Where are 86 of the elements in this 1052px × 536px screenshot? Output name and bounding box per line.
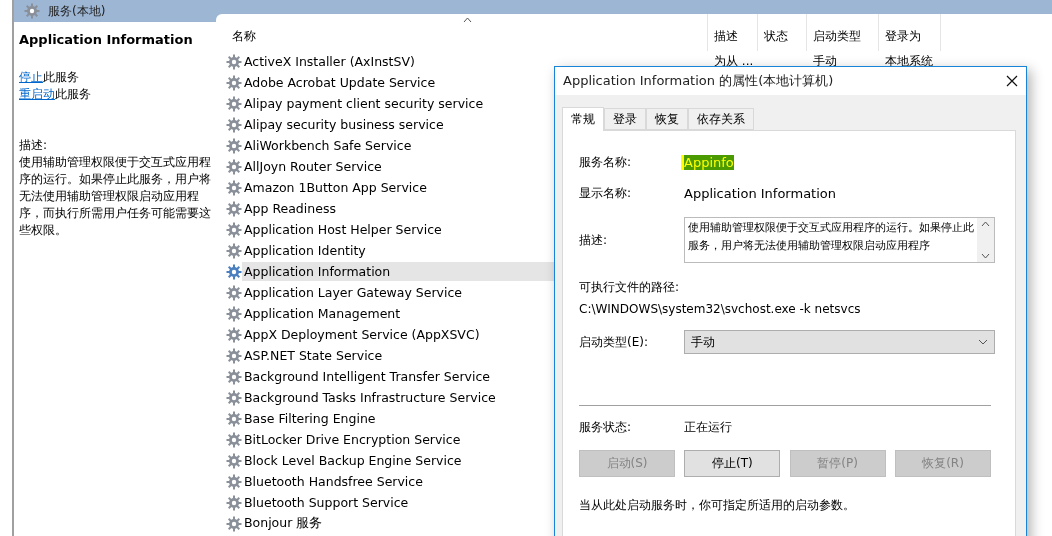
gear-icon bbox=[24, 3, 40, 19]
dialog-title: Application Information 的属性(本地计算机) bbox=[563, 72, 834, 90]
display-name-value: Application Information bbox=[684, 185, 837, 201]
scroll-down-icon[interactable] bbox=[981, 253, 990, 259]
service-row[interactable]: Bluetooth Support Service bbox=[226, 492, 554, 513]
service-button[interactable]: 停止(T) bbox=[684, 450, 781, 477]
gear-icon bbox=[226, 74, 242, 91]
startup-type-select[interactable]: 手动 bbox=[684, 330, 995, 354]
service-row[interactable]: AppX Deployment Service (AppXSVC) bbox=[226, 324, 554, 345]
gear-icon bbox=[226, 431, 242, 448]
action-link[interactable]: 重启动 bbox=[19, 87, 55, 101]
path-label: 可执行文件的路径: bbox=[579, 279, 681, 296]
service-row[interactable]: Amazon 1Button App Service bbox=[226, 177, 554, 198]
gear-icon bbox=[226, 242, 242, 259]
tab[interactable]: 恢复 bbox=[646, 108, 688, 130]
close-icon[interactable] bbox=[1006, 75, 1018, 87]
gear-icon bbox=[226, 137, 242, 154]
gear-icon bbox=[226, 326, 242, 343]
service-row[interactable]: Background Tasks Infrastructure Service bbox=[226, 387, 554, 408]
service-row[interactable]: Base Filtering Engine bbox=[226, 408, 554, 429]
field-label: 启动类型(E): bbox=[579, 333, 649, 351]
tab[interactable]: 登录 bbox=[604, 108, 646, 130]
table-cell-text: 本地系统 bbox=[884, 53, 934, 70]
table-cell-text: 手动 bbox=[812, 53, 838, 70]
field-label: 服务状态: bbox=[579, 418, 633, 436]
column-header[interactable]: 名称 bbox=[226, 14, 708, 51]
status-value: 正在运行 bbox=[684, 418, 732, 436]
action-text: 重启动此服务 bbox=[19, 86, 92, 103]
action-text: 停止此服务 bbox=[19, 69, 80, 86]
description-text: 使用辅助管理权限便于交互式应用程序的运行。如果停止此服务，用户将无法使用辅助管理权限启动应用程序，而执行所需用户任务可能需要这些权限。 bbox=[19, 154, 212, 239]
gear-icon bbox=[226, 221, 242, 238]
gear-icon bbox=[226, 95, 242, 112]
description-label: 描述: bbox=[19, 137, 49, 154]
service-row[interactable]: AllJoyn Router Service bbox=[226, 156, 554, 177]
column-header[interactable]: 状态 bbox=[758, 14, 807, 51]
gear-icon bbox=[226, 263, 242, 280]
service-row[interactable]: Application Identity bbox=[226, 240, 554, 261]
service-row[interactable]: Application Management bbox=[226, 303, 554, 324]
service-row[interactable]: AliWorkbench Safe Service bbox=[226, 135, 554, 156]
path-value: C:\WINDOWS\system32\svchost.exe -k netsvcs bbox=[579, 302, 862, 316]
field-label: 服务名称: bbox=[579, 153, 633, 171]
gear-icon bbox=[226, 494, 242, 511]
tab[interactable]: 常规 bbox=[562, 107, 604, 131]
service-row[interactable]: ActiveX Installer (AxInstSV) bbox=[226, 51, 554, 72]
gear-icon bbox=[226, 305, 242, 322]
sort-icon bbox=[462, 17, 472, 23]
header-title: 服务(本地) bbox=[48, 2, 106, 20]
column-header[interactable]: 启动类型 bbox=[807, 14, 879, 51]
gear-icon bbox=[226, 53, 242, 70]
action-link[interactable]: 停止 bbox=[19, 70, 43, 84]
description-field[interactable]: 使用辅助管理权限便于交互式应用程序的运行。如果停止此服务，用户将无法使用辅助管理权限启动应用程序 bbox=[684, 217, 995, 263]
service-row[interactable]: Application Host Helper Service bbox=[226, 219, 554, 240]
service-row[interactable]: ASP.NET State Service bbox=[226, 345, 554, 366]
gear-icon bbox=[226, 347, 242, 364]
tab[interactable]: 依存关系 bbox=[688, 108, 754, 130]
note-text: 当从此处启动服务时，你可指定所适用的启动参数。 bbox=[579, 497, 856, 514]
service-title: Application Information bbox=[19, 32, 194, 47]
service-row[interactable]: Background Intelligent Transfer Service bbox=[226, 366, 554, 387]
gear-icon bbox=[226, 389, 242, 406]
service-name-value: Appinfo bbox=[684, 154, 734, 170]
table-cell-text: 为从 ... bbox=[713, 53, 755, 70]
field-label: 描述: bbox=[579, 231, 609, 249]
gear-icon bbox=[226, 473, 242, 490]
column-header[interactable]: 登录为 bbox=[879, 14, 941, 51]
gear-icon bbox=[226, 515, 242, 532]
service-row[interactable]: Bonjour 服务 bbox=[226, 513, 554, 534]
service-row[interactable]: BitLocker Drive Encryption Service bbox=[226, 429, 554, 450]
chevron-icon bbox=[978, 339, 988, 345]
gear-icon bbox=[226, 179, 242, 196]
gear-icon bbox=[226, 158, 242, 175]
service-row[interactable]: Application Layer Gateway Service bbox=[226, 282, 554, 303]
scroll-up-icon[interactable] bbox=[981, 221, 990, 227]
gear-icon bbox=[226, 368, 242, 385]
service-row[interactable]: Alipay payment client security service bbox=[226, 93, 554, 114]
service-row[interactable]: Block Level Backup Engine Service bbox=[226, 450, 554, 471]
service-row[interactable]: App Readiness bbox=[226, 198, 554, 219]
service-row[interactable]: Adobe Acrobat Update Service bbox=[226, 72, 554, 93]
gear-icon bbox=[226, 116, 242, 133]
service-row[interactable]: Bluetooth Handsfree Service bbox=[226, 471, 554, 492]
column-header[interactable]: 描述 bbox=[708, 14, 758, 51]
field-label: 显示名称: bbox=[579, 184, 633, 202]
gear-icon bbox=[226, 284, 242, 301]
service-row[interactable]: Alipay security business service bbox=[226, 114, 554, 135]
gear-icon bbox=[226, 452, 242, 469]
gear-icon bbox=[226, 410, 242, 427]
gear-icon bbox=[226, 200, 242, 217]
